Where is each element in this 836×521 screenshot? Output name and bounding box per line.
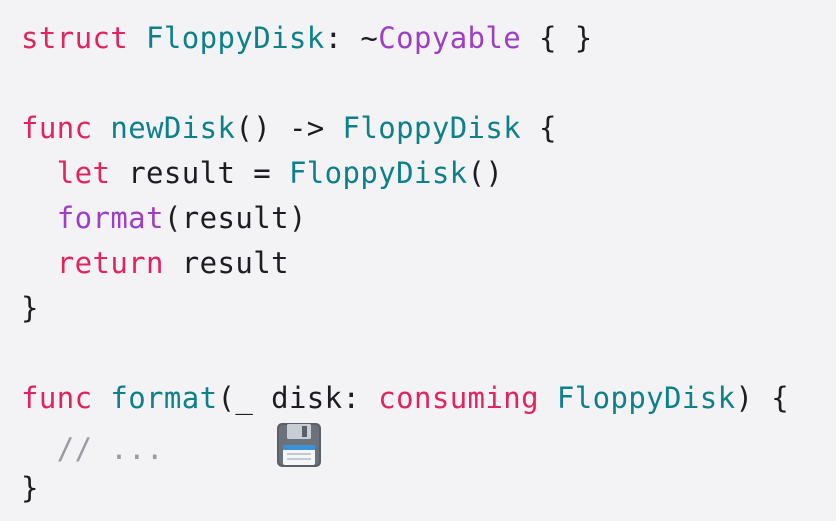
code-token-comment: // ... xyxy=(21,432,164,466)
code-token-plain: : ~ xyxy=(324,21,379,55)
code-line: return result xyxy=(21,241,789,286)
code-line: func newDisk() -> FloppyDisk { xyxy=(21,106,789,151)
code-line: func format(_ disk: consuming FloppyDisk… xyxy=(21,376,789,421)
floppy-disk-icon xyxy=(275,421,323,469)
code-line: } xyxy=(21,466,789,511)
code-token-plain: () -> xyxy=(235,111,343,145)
code-token-plain: ) { xyxy=(735,381,790,415)
code-token-plain: { } xyxy=(521,21,593,55)
code-token-type: FloppyDisk xyxy=(288,156,468,190)
code-line: let result = FloppyDisk() xyxy=(21,151,789,196)
code-token-plain: } xyxy=(21,471,39,505)
code-token-call: format xyxy=(56,201,164,235)
code-token-keyword: let xyxy=(56,156,111,190)
code-line: struct FloppyDisk: ~Copyable { } xyxy=(21,16,789,61)
code-token-type: FloppyDisk xyxy=(146,21,325,55)
code-line: format(result) xyxy=(21,196,789,241)
code-token-plain: result = xyxy=(110,156,289,190)
code-line: // ... xyxy=(21,421,789,469)
code-token-keyword: return xyxy=(56,246,164,280)
code-token-protocol: Copyable xyxy=(378,21,522,55)
code-token-type: FloppyDisk xyxy=(556,381,736,415)
code-token-function: format xyxy=(110,381,218,415)
code-token-keyword: struct xyxy=(21,21,129,55)
code-token-keyword: func xyxy=(21,111,93,145)
code-snippet: struct FloppyDisk: ~Copyable { } func ne… xyxy=(21,16,789,511)
code-token-plain: result xyxy=(163,246,289,280)
code-token-function: newDisk xyxy=(110,111,236,145)
code-token-keyword: consuming xyxy=(378,381,539,415)
code-token-type: FloppyDisk xyxy=(342,111,522,145)
code-token-plain: } xyxy=(21,291,39,325)
code-line: } xyxy=(21,286,789,331)
code-token-plain: { xyxy=(521,111,557,145)
code-token-plain: (result) xyxy=(163,201,307,235)
code-token-keyword: func xyxy=(21,381,93,415)
code-token-plain: () xyxy=(467,156,504,190)
code-token-plain: (_ disk: xyxy=(217,381,379,415)
